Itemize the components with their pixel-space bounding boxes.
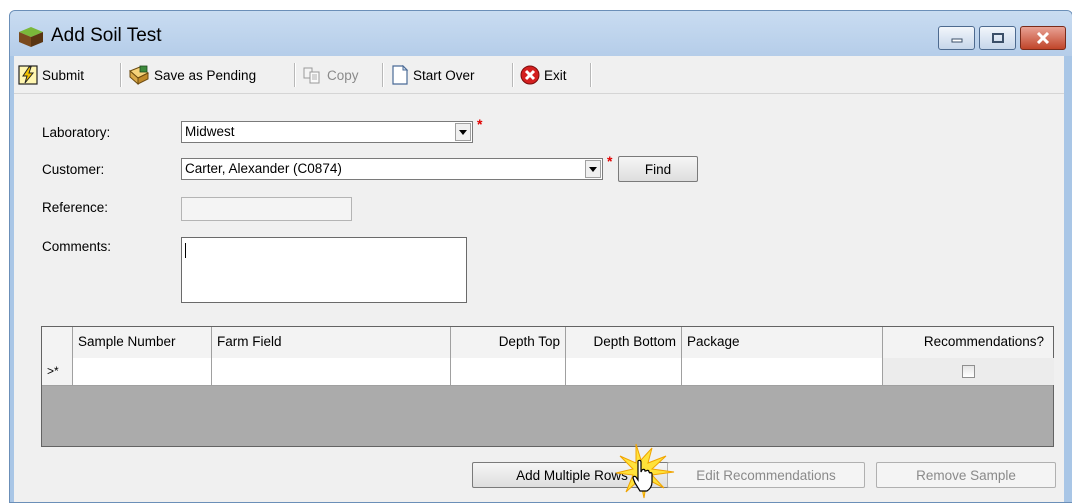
exit-label: Exit xyxy=(544,67,567,83)
laboratory-select[interactable]: Midwest xyxy=(181,121,473,143)
required-marker: * xyxy=(607,153,613,169)
required-marker: * xyxy=(477,116,483,132)
row-header-corner xyxy=(42,327,73,358)
laboratory-dropdown-button[interactable] xyxy=(455,123,471,141)
column-header-package[interactable]: Package xyxy=(682,327,883,358)
start-over-label: Start Over xyxy=(413,67,475,83)
lightning-icon xyxy=(18,65,38,85)
remove-sample-button[interactable]: Remove Sample xyxy=(876,462,1056,488)
comments-textarea[interactable] xyxy=(181,237,467,303)
chevron-down-icon xyxy=(589,166,597,172)
save-as-pending-button[interactable]: Save as Pending xyxy=(128,62,256,88)
soil-cube-icon xyxy=(19,27,43,47)
cell-recommendations[interactable] xyxy=(883,358,1054,385)
column-header-depth-bottom[interactable]: Depth Bottom xyxy=(566,327,682,358)
mouse-cursor-icon xyxy=(632,459,653,492)
comments-label: Comments: xyxy=(42,239,112,254)
laboratory-value: Midwest xyxy=(185,124,235,139)
toolbar: Submit Save as Pending Copy Start Over E… xyxy=(14,56,1064,94)
row-header-new[interactable]: >* xyxy=(42,358,73,385)
grid-header: Sample Number Farm Field Depth Top Depth… xyxy=(42,327,1053,359)
toolbar-separator xyxy=(512,63,514,87)
column-header-depth-top[interactable]: Depth Top xyxy=(451,327,566,358)
customer-value: Carter, Alexander (C0874) xyxy=(185,161,342,176)
submit-button[interactable]: Submit xyxy=(18,62,84,88)
laboratory-label: Laboratory: xyxy=(42,125,111,140)
cell-sample-number[interactable] xyxy=(73,358,212,385)
toolbar-separator xyxy=(382,63,384,87)
customer-dropdown-button[interactable] xyxy=(585,160,601,178)
maximize-icon xyxy=(991,33,1004,43)
window-controls xyxy=(934,26,1066,50)
column-header-sample-number[interactable]: Sample Number xyxy=(73,327,212,358)
cell-farm-field[interactable] xyxy=(212,358,451,385)
find-button[interactable]: Find xyxy=(618,156,698,182)
blank-document-icon xyxy=(392,65,409,85)
copy-button[interactable]: Copy xyxy=(303,62,359,88)
copy-icon xyxy=(303,67,320,84)
toolbar-separator xyxy=(120,63,122,87)
title-bar[interactable]: Add Soil Test xyxy=(10,11,1072,56)
toolbar-separator xyxy=(590,63,592,87)
table-row[interactable]: >* xyxy=(42,358,1054,386)
form-panel: Laboratory: Midwest * Customer: Carter, … xyxy=(14,94,1064,502)
maximize-button[interactable] xyxy=(979,26,1016,50)
cell-depth-top[interactable] xyxy=(451,358,566,385)
customer-label: Customer: xyxy=(42,162,105,177)
exit-icon xyxy=(520,65,540,85)
save-as-pending-label: Save as Pending xyxy=(154,67,257,83)
column-header-farm-field[interactable]: Farm Field xyxy=(212,327,451,358)
text-cursor xyxy=(185,243,186,258)
reference-label: Reference: xyxy=(42,200,109,215)
new-row-marker: >* xyxy=(47,364,59,378)
toolbar-separator xyxy=(294,63,296,87)
reference-field[interactable] xyxy=(181,197,352,221)
submit-label: Submit xyxy=(42,67,85,83)
minimize-icon xyxy=(951,38,962,43)
cell-depth-bottom[interactable] xyxy=(566,358,682,385)
minimize-button[interactable] xyxy=(938,26,975,50)
save-pending-icon xyxy=(129,65,149,85)
edit-recommendations-button[interactable]: Edit Recommendations xyxy=(667,462,865,488)
samples-grid[interactable]: Sample Number Farm Field Depth Top Depth… xyxy=(41,326,1054,447)
add-soil-test-window: Add Soil Test Submit Save as Pending Cop… xyxy=(9,10,1072,503)
customer-select[interactable]: Carter, Alexander (C0874) xyxy=(181,158,603,180)
chevron-down-icon xyxy=(459,129,467,135)
column-header-recommendations[interactable]: Recommendations? xyxy=(883,327,1054,358)
cell-package[interactable] xyxy=(682,358,883,385)
close-button[interactable] xyxy=(1020,26,1066,50)
close-icon xyxy=(1036,32,1050,44)
copy-label: Copy xyxy=(327,67,359,83)
recommendations-checkbox[interactable] xyxy=(962,365,975,378)
window-title: Add Soil Test xyxy=(51,25,162,46)
exit-button[interactable]: Exit xyxy=(520,62,567,88)
start-over-button[interactable]: Start Over xyxy=(391,62,475,88)
